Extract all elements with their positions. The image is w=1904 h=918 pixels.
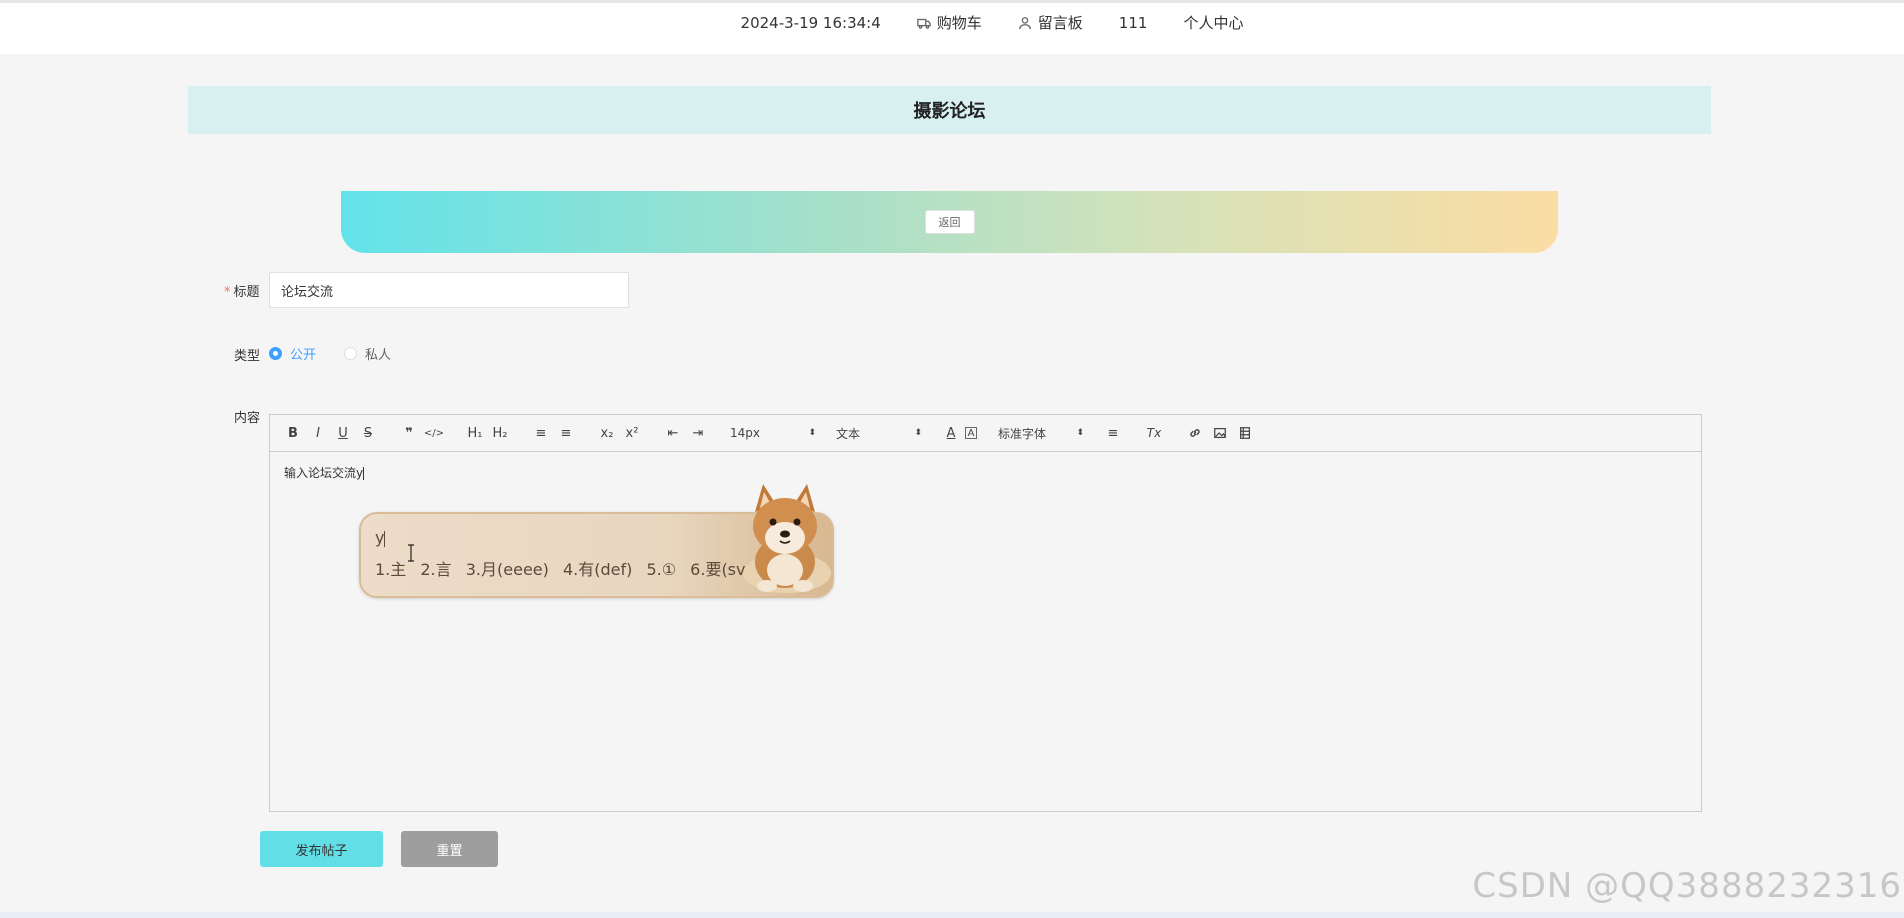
ordered-list-button[interactable]: ≡	[530, 421, 552, 445]
radio-public-label: 公开	[290, 348, 317, 363]
size-select-value: 14px	[730, 426, 760, 440]
publish-button[interactable]: 发布帖子	[260, 831, 383, 867]
radio-private-dot	[344, 347, 358, 360]
link-icon	[1190, 429, 1200, 437]
text-caret	[363, 467, 365, 480]
size-select[interactable]: 14px ⬍	[728, 421, 818, 445]
nav-profile[interactable]: 个人中心	[1183, 12, 1243, 33]
datetime-text: 2024-3-19 16:34:4	[740, 13, 881, 32]
bullet-list-button[interactable]: ≡	[555, 421, 577, 445]
select-arrow-icon: ⬍	[808, 428, 816, 438]
title-input[interactable]: 论坛交流	[269, 272, 629, 308]
font-select-value: 标准字体	[998, 426, 1047, 441]
back-button[interactable]: 返回	[924, 210, 975, 234]
truck-icon	[916, 18, 931, 29]
editor-content-text: 输入论坛交流y	[284, 466, 364, 480]
strike-button[interactable]: S	[357, 421, 379, 445]
page-title: 摄影论坛	[913, 101, 986, 122]
video-button[interactable]	[1234, 421, 1256, 445]
page-title-band: 摄影论坛	[188, 86, 1711, 134]
top-nav: 2024-3-19 16:34:4 购物车 留言板 111 个人中心	[723, 12, 1262, 33]
title-input-value: 论坛交流	[281, 284, 334, 300]
indent-button[interactable]: ⇥	[687, 421, 709, 445]
header-select[interactable]: 文本 ⬍	[834, 421, 924, 445]
editor-toolbar: B I U S ❞ </> H₁ H₂ ≡ ≡ x₂ x² ⇤ ⇥ 14px ⬍…	[270, 415, 1701, 452]
header-select-value: 文本	[836, 426, 861, 441]
ime-candidate[interactable]: 2.言	[420, 560, 451, 579]
ime-candidate[interactable]: 5.①	[646, 560, 676, 579]
top-navbar: 2024-3-19 16:34:4 购物车 留言板 111 个人中心	[0, 0, 1904, 54]
nav-user[interactable]: 111	[1119, 14, 1148, 32]
h1-button[interactable]: H₁	[464, 421, 486, 445]
type-radio-group: 公开 私人	[269, 344, 419, 363]
nav-message-board-label: 留言板	[1037, 14, 1083, 32]
image-button[interactable]	[1209, 421, 1231, 445]
select-arrow-icon: ⬍	[1076, 428, 1084, 438]
required-mark: *	[224, 285, 231, 300]
radio-private[interactable]: 私人	[344, 344, 391, 363]
ime-candidate[interactable]: 1.主	[375, 560, 406, 579]
subscript-button[interactable]: x₂	[596, 421, 618, 445]
ime-candidate-popup: y 1.主 2.言 3.月(eeee) 4.有(def) 5.① 6.要(svf…	[359, 484, 834, 598]
select-arrow-icon: ⬍	[914, 428, 922, 438]
type-label: 类型	[234, 349, 261, 364]
nav-profile-label: 个人中心	[1183, 14, 1244, 32]
nav-cart[interactable]: 购物车	[916, 12, 982, 33]
background-color-button[interactable]: A	[965, 427, 977, 439]
shiba-dog-icon	[743, 484, 831, 593]
ime-candidate[interactable]: 3.月(eeee)	[466, 560, 549, 579]
text-color-button[interactable]: A	[940, 421, 962, 445]
outdent-button[interactable]: ⇤	[662, 421, 684, 445]
nav-user-label: 111	[1118, 13, 1148, 32]
font-select[interactable]: 标准字体 ⬍	[996, 421, 1086, 445]
align-button[interactable]: ≡	[1102, 421, 1124, 445]
title-label-text: 标题	[233, 285, 260, 300]
underline-button[interactable]: U	[332, 421, 354, 445]
user-icon	[1018, 16, 1031, 29]
nav-message-board[interactable]: 留言板	[1018, 12, 1083, 33]
editor-content[interactable]: 输入论坛交流y	[270, 452, 1701, 493]
radio-private-label: 私人	[365, 348, 392, 363]
h2-button[interactable]: H₂	[489, 421, 511, 445]
ime-composition: y	[375, 528, 386, 547]
bold-button[interactable]: B	[282, 421, 304, 445]
csdn-watermark: CSDN @QQ3888232316	[1472, 866, 1902, 906]
video-icon	[1240, 427, 1250, 439]
italic-button[interactable]: I	[307, 421, 329, 445]
link-button[interactable]	[1184, 421, 1206, 445]
text-cursor-icon	[408, 544, 414, 562]
nav-cart-label: 购物车	[936, 14, 982, 32]
datetime-display: 2024-3-19 16:34:4	[741, 14, 881, 32]
image-icon	[1214, 428, 1226, 438]
superscript-button[interactable]: x²	[621, 421, 643, 445]
radio-public[interactable]: 公开	[269, 344, 316, 363]
radio-public-dot	[269, 347, 282, 360]
code-block-button[interactable]: </>	[423, 421, 445, 445]
ime-caret	[384, 530, 386, 547]
ime-candidate[interactable]: 4.有(def)	[563, 560, 632, 579]
clean-format-button[interactable]: Tx	[1143, 421, 1165, 445]
rich-text-editor: B I U S ❞ </> H₁ H₂ ≡ ≡ x₂ x² ⇤ ⇥ 14px ⬍…	[269, 414, 1702, 812]
reset-button[interactable]: 重置	[401, 831, 498, 867]
bottom-edge	[0, 912, 1904, 918]
blockquote-button[interactable]: ❞	[398, 421, 420, 445]
action-banner: 返回	[341, 191, 1558, 253]
ime-composition-text: y	[375, 528, 385, 547]
title-label: * 标题	[224, 281, 260, 300]
content-label: 内容	[234, 411, 261, 426]
